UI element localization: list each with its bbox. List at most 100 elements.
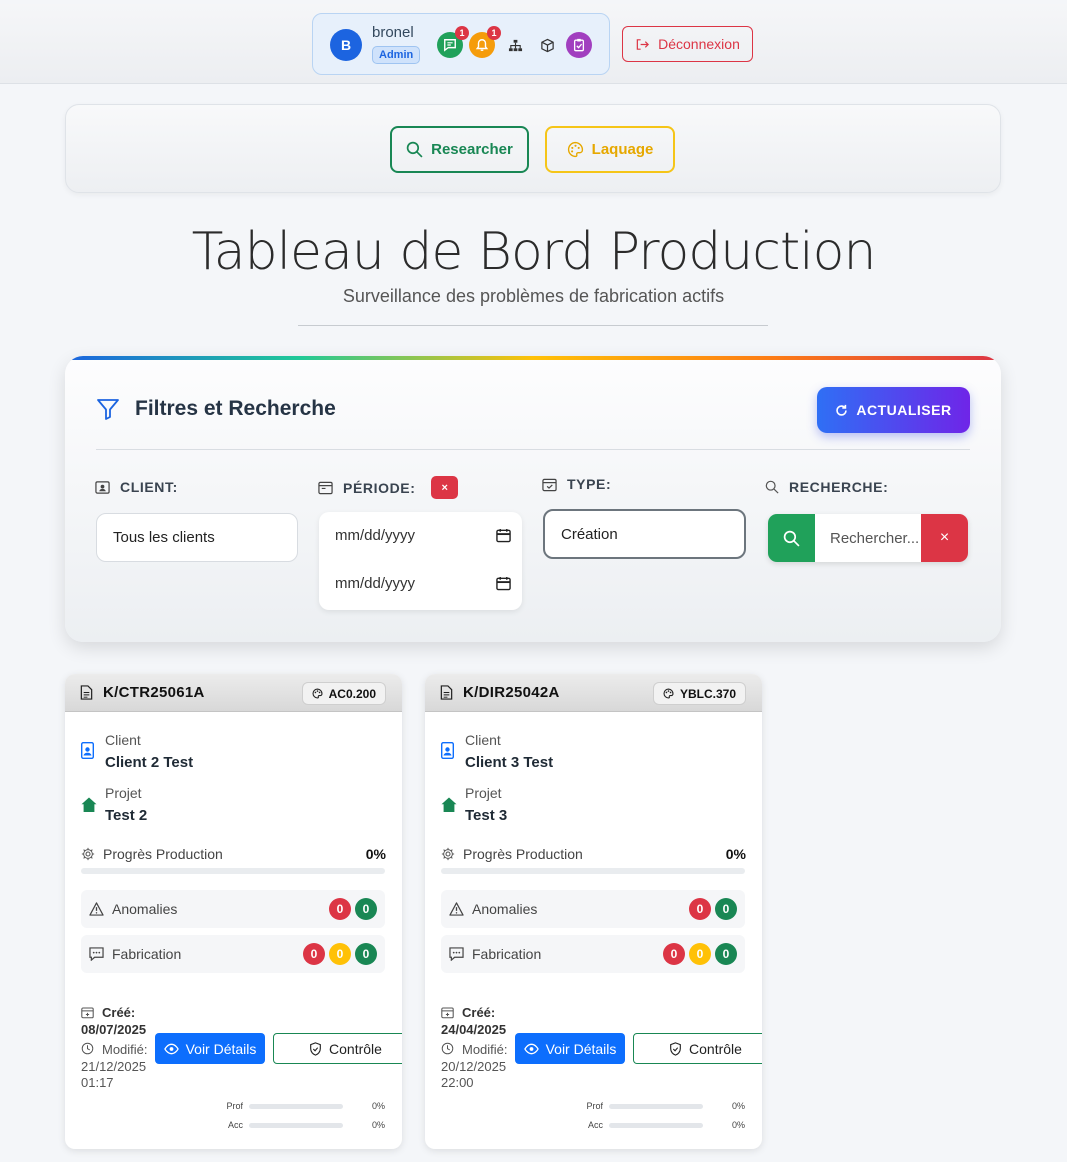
chat-dots-icon [449,947,464,961]
anomalies-closed-count: 0 [715,898,737,920]
filters-divider [96,449,970,450]
progress-value: 0% [365,846,386,862]
anomalies-row[interactable]: Anomalies 0 0 [81,890,385,928]
fabrication-pending-count: 0 [689,943,711,965]
accent-stripe [65,356,1001,360]
color-code-badge: AC0.200 [301,682,386,705]
search-icon [765,480,779,494]
view-details-button[interactable]: Voir Détails [155,1033,265,1064]
laquage-button[interactable]: Laquage [545,126,675,173]
search-filter-label: RECHERCHE: [765,479,888,495]
progress-label: Progrès Production [81,846,223,862]
palette-icon [663,688,674,699]
clock-icon [81,1042,94,1055]
logout-icon [636,38,650,50]
chat-dots-icon [89,947,104,961]
calendar-icon[interactable] [496,528,511,543]
prof-progress: Prof 0% [586,1101,745,1111]
modified-label: Modifié: [102,1042,148,1057]
client-label: Client [465,732,501,748]
modified-time: 01:17 [81,1075,114,1090]
created-label: Créé: [102,1005,136,1020]
clipboard-check-icon [573,38,585,52]
search-button[interactable] [768,514,815,562]
period-clear-button[interactable]: × [431,476,459,499]
created-date: 24/04/2025 [441,1022,507,1037]
progress-label: Progrès Production [441,846,583,862]
notifications-count: 1 [487,26,501,40]
fabrication-open-count: 0 [663,943,685,965]
acc-bar [609,1122,703,1128]
filters-title: Filtres et Recherche [135,397,336,420]
person-badge-icon [95,480,110,494]
box-button[interactable] [534,32,560,58]
box-icon [540,38,554,52]
bell-icon [475,39,489,51]
progress-bar [441,868,745,874]
gear-icon [441,847,455,861]
tasks-button[interactable] [566,32,592,58]
shield-check-icon [310,1041,321,1056]
card-header: K/CTR25061A AC0.200 [65,674,402,712]
avatar[interactable]: B [330,29,362,61]
view-details-button[interactable]: Voir Détails [515,1033,625,1064]
control-button[interactable]: Contrôle [633,1033,762,1064]
calendar-icon[interactable] [496,576,511,591]
card-reference: K/DIR25042A [463,684,560,701]
search-clear-button[interactable]: × [921,514,968,562]
search-input[interactable]: Rechercher... [815,514,921,562]
created-date: 08/07/2025 [81,1022,147,1037]
project-label: Projet [465,785,502,801]
sitemap-icon [508,39,522,51]
notifications-button[interactable]: 1 [469,26,501,58]
refresh-button[interactable]: ACTUALISER [817,387,970,433]
date-to-input[interactable]: mm/dd/yyyy [335,575,511,592]
document-icon [440,685,453,700]
top-bar: B bronel Admin 1 1 Déconnexion [0,4,1067,84]
type-select[interactable]: Création [543,509,746,559]
hierarchy-button[interactable] [502,32,528,58]
search-icon [406,141,423,158]
refresh-icon [836,404,848,416]
username: bronel [372,24,414,41]
anomalies-counts: 0 0 [689,898,737,920]
acc-progress: Acc 0% [587,1120,745,1130]
anomalies-closed-count: 0 [355,898,377,920]
project-value: Test 3 [465,807,508,824]
type-filter-label: TYPE: [542,476,611,492]
client-badge-icon [441,742,454,759]
progress-value: 0% [725,846,746,862]
modified-time: 22:00 [441,1075,474,1090]
fabrication-counts: 0 0 0 [663,943,737,965]
anomalies-row[interactable]: Anomalies 0 0 [441,890,745,928]
page-title: Tableau de Bord Production [191,222,877,282]
filter-icon [97,399,119,420]
period-filter-label: PÉRIODE: × [318,476,459,499]
client-filter-label: CLIENT: [95,479,178,495]
control-button[interactable]: Contrôle [273,1033,402,1064]
acc-progress: Acc 0% [227,1120,385,1130]
color-code-badge: YBLC.370 [652,682,746,705]
fabrication-row[interactable]: Fabrication 0 0 0 [441,935,745,973]
fabrication-done-count: 0 [355,943,377,965]
anomalies-open-count: 0 [689,898,711,920]
logout-button[interactable]: Déconnexion [622,26,753,62]
prof-progress: Prof 0% [226,1101,385,1111]
research-label: Researcher [431,141,513,158]
modified-label: Modifié: [462,1042,508,1057]
client-select[interactable]: Tous les clients [96,513,298,562]
client-value: Client 3 Test [465,754,554,771]
research-button[interactable]: Researcher [390,126,529,173]
date-from-input[interactable]: mm/dd/yyyy [335,527,511,544]
clock-icon [441,1042,454,1055]
messages-button[interactable]: 1 [437,26,469,58]
modified-date: 21/12/2025 [81,1059,147,1074]
production-card: K/DIR25042A YBLC.370 Client Client 3 Tes… [425,674,762,1149]
project-value: Test 2 [105,807,148,824]
fabrication-done-count: 0 [715,943,737,965]
chat-icon [444,39,456,52]
house-icon [441,797,457,812]
created-label: Créé: [462,1005,496,1020]
calendar-plus-icon [441,1007,454,1019]
fabrication-row[interactable]: Fabrication 0 0 0 [81,935,385,973]
